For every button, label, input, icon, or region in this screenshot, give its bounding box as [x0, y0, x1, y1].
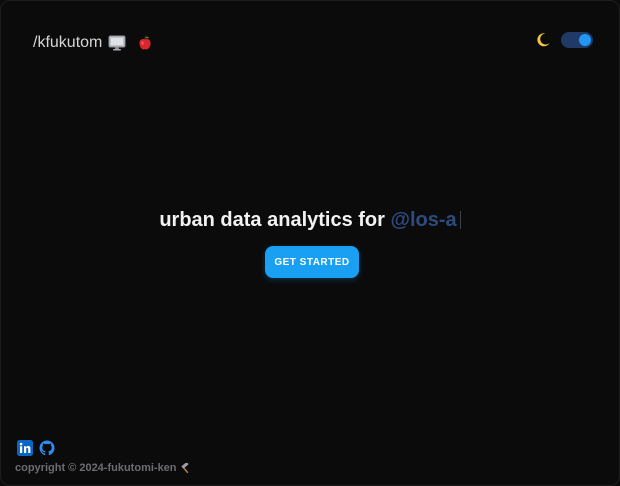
theme-controls	[535, 32, 593, 48]
moon-icon	[535, 32, 551, 48]
copyright-notice: copyright © 2024-fukutomi-ken	[15, 461, 191, 474]
hammer-icon	[180, 461, 191, 474]
brand-label: /kfukutom	[33, 34, 103, 51]
social-links	[17, 440, 55, 456]
hero-title: urban data analytics for @los-a	[1, 209, 619, 232]
monitor-icon	[108, 35, 126, 51]
brand-link[interactable]: /kfukutom	[33, 33, 152, 53]
app-window: /kfukutom urban data analytics for @los-…	[0, 0, 620, 486]
github-icon[interactable]	[39, 440, 55, 456]
linkedin-icon[interactable]	[17, 440, 33, 456]
get-started-button[interactable]: GET STARTED	[265, 246, 359, 278]
toggle-knob	[579, 34, 591, 46]
typed-text: @los-a	[390, 209, 457, 231]
hero-title-prefix: urban data analytics for	[159, 209, 385, 231]
typing-caret	[459, 211, 461, 229]
copyright-text: copyright © 2024-fukutomi-ken	[15, 462, 177, 474]
apple-icon	[138, 35, 152, 51]
theme-toggle[interactable]	[561, 32, 593, 48]
